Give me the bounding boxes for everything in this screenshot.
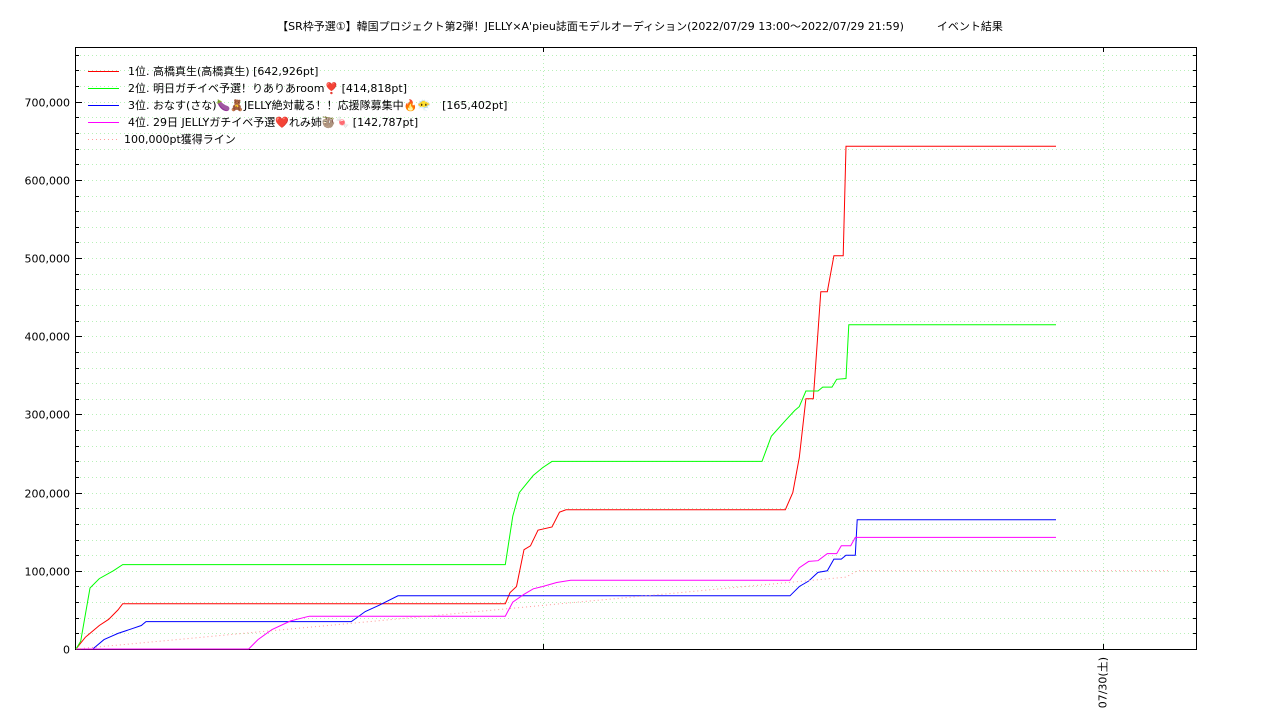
legend-label-5: 100,000pt獲得ライン (124, 133, 236, 146)
legend-label-2: 2位. 明日ガチイベ予選！りありあroom❣️ [414,818pt] (128, 81, 407, 95)
series-line-3 (76, 519, 1056, 650)
chart-plot: 0 100,000 200,000 300,000 400,000 500,000 600,… (25, 47, 1197, 708)
x-tick-label: 07/30(土) (1097, 657, 1110, 708)
y-tick-label: 100,000 (25, 566, 71, 579)
series-line-5 (75, 570, 1168, 650)
series-layer (75, 145, 1168, 650)
legend-label-4: 4位. 29日 JELLYガチイベ予選❤️れみ姉🦥🍬 [142,787pt] (128, 115, 418, 129)
series-line-1 (75, 145, 1056, 650)
plot-frame (75, 47, 1197, 650)
series-line-4 (76, 536, 1056, 650)
grid-layer (76, 47, 1196, 649)
y-tick-label: 600,000 (25, 175, 71, 188)
y-tick-label: 0 (63, 644, 70, 657)
legend-label-3: 3位. おなす(さな)🍆🧸JELLY絶対載る！！応援隊募集中🔥😶‍🌫️ [165… (128, 98, 507, 112)
legend-label-1: 1位. 高橋真生(高橋真生) [642,926pt] (128, 64, 318, 78)
y-tick-label: 200,000 (25, 488, 71, 501)
y-tick-label: 400,000 (25, 331, 71, 344)
y-tick-label: 300,000 (25, 409, 71, 422)
series-line-2 (75, 324, 1056, 650)
y-tick-label: 500,000 (25, 253, 71, 266)
y-tick-label: 700,000 (25, 97, 71, 110)
